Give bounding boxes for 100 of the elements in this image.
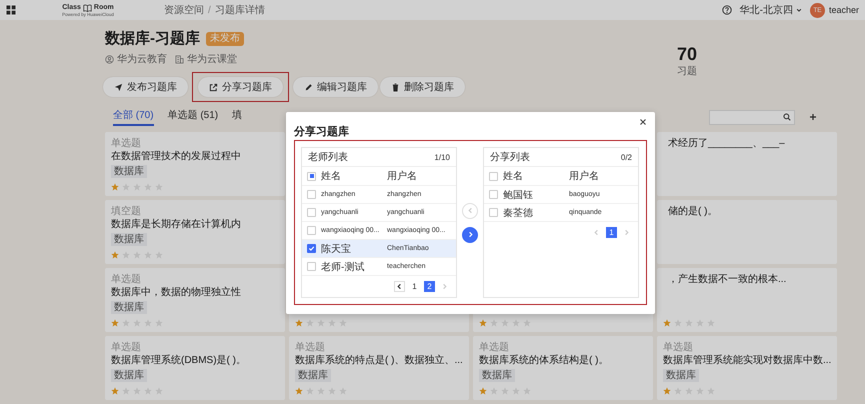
star-icon xyxy=(663,319,671,327)
help-icon[interactable] xyxy=(722,5,732,15)
checkbox[interactable] xyxy=(307,172,316,180)
chevron-left-icon xyxy=(593,229,600,236)
question-type: 单选题 xyxy=(111,342,142,353)
question-card[interactable]: 储的是( )。 xyxy=(657,200,837,264)
move-right-button[interactable] xyxy=(462,226,478,242)
checkbox[interactable] xyxy=(307,226,316,235)
filter-tab[interactable]: 全部 (70) xyxy=(113,108,154,126)
tag-label: 数据库 xyxy=(295,369,331,382)
tag-label: 数据库 xyxy=(111,165,147,178)
chevron-right-icon xyxy=(623,229,630,236)
breadcrumb-link[interactable]: 资源空间 xyxy=(164,3,204,17)
action-button[interactable]: 编辑习题库 xyxy=(293,77,378,97)
question-card[interactable]: ，产生数据不一致的根本... xyxy=(657,268,837,332)
column-header: 用户名 xyxy=(569,170,600,183)
tag-label: 数据库 xyxy=(111,301,147,314)
action-button[interactable]: 删除习题库 xyxy=(380,77,465,97)
tag-label: 数据库 xyxy=(111,369,147,382)
question-card[interactable]: 术经历了________、___– xyxy=(657,132,837,196)
dialog-title: 分享习题库 xyxy=(294,124,349,139)
action-button[interactable]: 发布习题库 xyxy=(103,77,188,97)
question-card[interactable]: 单选题 数据库管理系统能实现对数据库中数... 数据库 xyxy=(657,336,837,400)
question-text: 数据库系统的体系结构是( )。 xyxy=(479,355,610,367)
meta-label: 华为云教育 xyxy=(117,52,167,66)
page-title: 数据库-习题库 xyxy=(105,29,200,48)
action-button[interactable]: 分享习题库 xyxy=(198,77,283,97)
question-card[interactable]: 单选题 在数据管理技术的发展过程中 数据库 xyxy=(105,132,285,196)
checkbox[interactable] xyxy=(307,244,316,253)
checkbox[interactable] xyxy=(307,208,316,217)
panel-title: 分享列表 xyxy=(490,150,530,164)
region-selector[interactable]: 华北-北京四 xyxy=(740,3,802,17)
app-grid-icon[interactable] xyxy=(6,5,16,15)
star-icon xyxy=(317,319,325,327)
question-card[interactable]: 单选题 数据库中，数据的物理独立性 数据库 xyxy=(105,268,285,332)
checkbox[interactable] xyxy=(489,190,498,199)
username: teacher xyxy=(828,5,859,15)
question-text: 数据库系统的特点是( )、数据独立、... xyxy=(295,355,463,367)
page-number[interactable]: 2 xyxy=(424,281,435,292)
column-header: 用户名 xyxy=(387,170,418,183)
star-icon xyxy=(306,319,314,327)
question-text: 数据库是长期存储在计算机内 xyxy=(111,219,242,231)
question-text: 数据库中，数据的物理独立性 xyxy=(111,287,242,299)
selection-count: 1/10 xyxy=(434,152,450,162)
question-text: 数据库管理系统能实现对数据库中数... xyxy=(663,355,831,367)
page-number[interactable]: 1 xyxy=(606,227,617,238)
star-icon xyxy=(479,319,487,327)
question-card[interactable]: 填空题 数据库是长期存储在计算机内 数据库 xyxy=(105,200,285,264)
filter-tab[interactable]: 单选题 (51) xyxy=(168,108,218,126)
meta-label: 华为云课堂 xyxy=(187,52,237,66)
search-field[interactable] xyxy=(709,110,795,124)
question-type: 单选题 xyxy=(479,342,510,353)
star-icon xyxy=(295,319,303,327)
question-card[interactable]: 单选题 数据库系统的特点是( )、数据独立、... 数据库 xyxy=(289,336,469,400)
previous-page-button[interactable] xyxy=(394,281,405,292)
star-icon xyxy=(339,319,347,327)
pencil-icon xyxy=(304,82,313,92)
question-type: 填空题 xyxy=(111,206,142,217)
question-card[interactable]: 单选题 数据库管理系统(DBMS)是( )。 数据库 xyxy=(105,336,285,400)
star-icon xyxy=(523,319,531,327)
star-icon xyxy=(111,251,119,259)
chevron-left-icon xyxy=(396,283,403,290)
book-icon xyxy=(82,4,92,12)
star-icon xyxy=(479,387,487,395)
chevron-left-icon xyxy=(466,207,474,214)
checkbox[interactable] xyxy=(307,262,316,271)
checkbox[interactable] xyxy=(489,172,498,180)
column-header: 姓名 xyxy=(321,170,342,183)
page-number[interactable]: 1 xyxy=(409,281,420,292)
chevron-right-icon xyxy=(466,231,474,238)
question-text: 在数据管理技术的发展过程中 xyxy=(111,151,242,163)
status-badge: 未发布 xyxy=(206,32,244,46)
star-icon xyxy=(111,183,119,191)
tag-label: 数据库 xyxy=(663,369,699,382)
star-icon xyxy=(490,319,498,327)
chevron-right-icon xyxy=(441,283,448,290)
search-icon xyxy=(783,113,791,121)
question-text: 数据库管理系统(DBMS)是( )。 xyxy=(111,355,247,367)
question-type: 单选题 xyxy=(111,138,142,149)
selection-count: 0/2 xyxy=(620,152,632,162)
star-icon xyxy=(111,387,119,395)
star-icon xyxy=(663,387,671,395)
checkbox[interactable] xyxy=(307,190,316,199)
plus-icon[interactable] xyxy=(809,113,817,121)
question-type: 单选题 xyxy=(295,342,326,353)
close-button[interactable] xyxy=(639,118,647,126)
star-icon xyxy=(295,387,303,395)
star-icon xyxy=(328,319,336,327)
count-label: 习题 xyxy=(676,65,697,78)
person-icon xyxy=(105,54,114,64)
question-type: 单选题 xyxy=(663,342,694,353)
send-icon xyxy=(114,82,123,92)
filter-tab[interactable]: 填 xyxy=(232,108,242,126)
question-card[interactable]: 单选题 数据库系统的体系结构是( )。 数据库 xyxy=(473,336,653,400)
checkbox[interactable] xyxy=(489,208,498,217)
caret-icon xyxy=(796,7,802,13)
share-icon xyxy=(209,82,218,92)
table-cell-text: 陈天宝 xyxy=(321,242,352,256)
question-text: ，产生数据不一致的根本... xyxy=(667,274,788,286)
breadcrumb-separator: / xyxy=(208,4,211,16)
